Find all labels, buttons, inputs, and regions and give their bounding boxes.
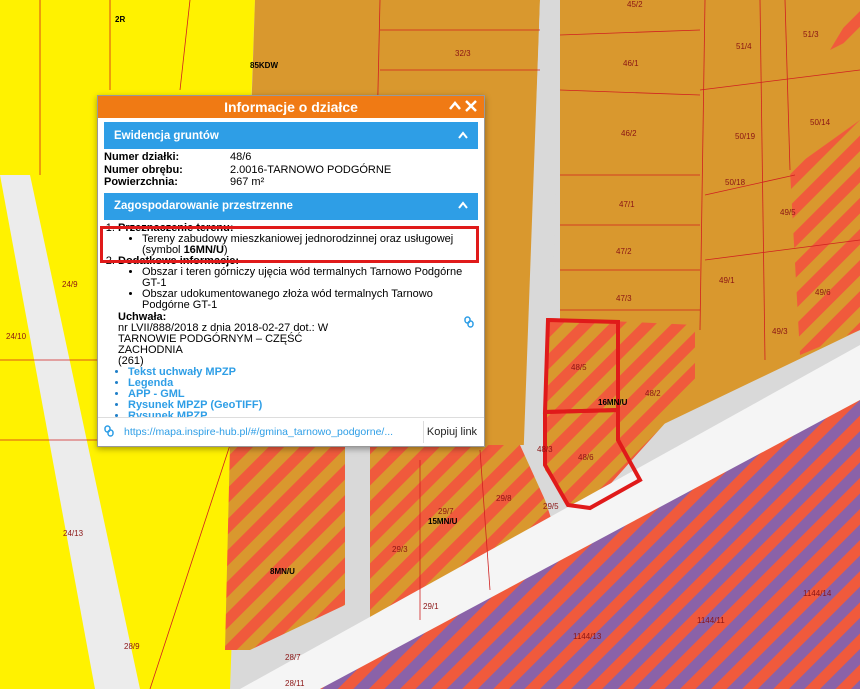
chevron-up-icon <box>458 200 468 212</box>
link-icon <box>104 424 114 440</box>
parcel-label: 50/19 <box>735 132 756 141</box>
parcel-label: 49/5 <box>780 208 796 217</box>
parcel-label: 47/1 <box>619 200 635 209</box>
parcel-fields: Numer działki: 48/6 Numer obrębu: 2.0016… <box>104 151 478 189</box>
field-key: Numer obrębu: <box>104 163 183 176</box>
document-links: Tekst uchwały MPZP Legenda APP - GML Rys… <box>104 366 478 422</box>
parcel-label: 15MN/U <box>428 517 458 526</box>
field-key: Numer działki: <box>104 151 180 163</box>
parcel-label: 28/9 <box>124 642 140 651</box>
uchwala-label: Uchwała: <box>118 310 167 323</box>
field-row: Numer działki: 48/6 <box>104 151 478 164</box>
field-value: 48/6 <box>230 151 252 163</box>
parcel-label: 28/11 <box>285 679 305 688</box>
parcel-label: 28/7 <box>285 653 301 662</box>
section-zagospodarowanie-label: Zagospodarowanie przestrzenne <box>114 200 293 212</box>
parcel-label: 46/2 <box>621 129 637 138</box>
parcel-label: 46/1 <box>623 59 639 68</box>
parcel-label: 29/7 <box>438 507 454 516</box>
parcel-label: 49/3 <box>772 327 788 336</box>
uchwala-text: nr LVII/888/2018 z dnia 2018-02-27 dot.:… <box>118 321 329 356</box>
parcel-label: 49/1 <box>719 276 735 285</box>
parcel-label: 24/10 <box>6 332 27 341</box>
section-ewidencja-toggle[interactable]: Ewidencja gruntów <box>104 122 478 149</box>
highlight-box <box>100 226 479 263</box>
parcel-label: 29/5 <box>543 502 559 511</box>
chevron-up-icon <box>458 130 468 142</box>
parcel-label: 47/2 <box>616 247 632 256</box>
popup-footer: https://mapa.inspire-hub.pl/#/gmina_tarn… <box>98 417 484 446</box>
close-icon[interactable] <box>464 98 478 114</box>
section-zagospodarowanie-toggle[interactable]: Zagospodarowanie przestrzenne <box>104 192 478 220</box>
section-ewidencja-label: Ewidencja gruntów <box>114 129 219 142</box>
link-icon[interactable] <box>464 315 474 331</box>
list-item: Obszar udokumentowanego złoża wód termal… <box>142 288 478 311</box>
parcel-label: 51/3 <box>803 30 819 39</box>
parcel-label: 48/2 <box>645 389 661 398</box>
parcel-label: 1144/11 <box>697 616 725 625</box>
parcel-label: 50/14 <box>810 118 831 127</box>
parcel-label: 16MN/U <box>598 398 628 407</box>
parcel-label: 8MN/U <box>270 567 295 576</box>
share-url: https://mapa.inspire-hub.pl/#/gmina_tarn… <box>124 426 394 438</box>
parcel-label: 47/3 <box>616 294 632 303</box>
popup-title: Informacje o działce <box>224 99 358 115</box>
field-row: Powierzchnia: 967 m² <box>104 176 478 189</box>
field-key: Powierzchnia: <box>104 176 178 188</box>
parcel-label: 48/5 <box>571 363 587 372</box>
parcel-label: 85KDW <box>250 61 278 70</box>
collapse-icon[interactable] <box>448 98 462 114</box>
popup-header: Informacje o działce <box>98 96 484 118</box>
parcel-label: 51/4 <box>736 42 752 51</box>
parcel-label: 45/2 <box>627 0 643 9</box>
field-value: 967 m² <box>230 176 265 188</box>
field-value: 2.0016-TARNOWO PODGÓRNE <box>230 163 392 176</box>
parcel-label: 2R <box>115 15 125 24</box>
parcel-label: 24/9 <box>62 280 78 289</box>
parcel-label: 32/3 <box>455 49 471 58</box>
parcel-label: 1144/13 <box>573 632 602 641</box>
copy-link-button[interactable]: Kopiuj link <box>423 421 480 443</box>
parcel-label: 50/18 <box>725 178 746 187</box>
field-row: Numer obrębu: 2.0016-TARNOWO PODGÓRNE <box>104 164 478 177</box>
parcel-label: 29/8 <box>496 494 512 503</box>
parcel-info-popup: Informacje o działce Ewidencja gruntów N… <box>97 95 485 447</box>
parcel-label: 24/13 <box>63 529 84 538</box>
list-item: Obszar i teren górniczy ujęcia wód terma… <box>142 266 478 289</box>
share-url-field[interactable]: https://mapa.inspire-hub.pl/#/gmina_tarn… <box>104 421 423 443</box>
parcel-label: 48/3 <box>537 445 553 454</box>
parcel-label: 49/6 <box>815 288 831 297</box>
parcel-label: 48/6 <box>578 453 594 462</box>
parcel-label: 1144/14 <box>803 589 832 598</box>
parcel-label: 29/1 <box>423 602 439 611</box>
parcel-label: 29/3 <box>392 545 408 554</box>
uchwala-number: (261) <box>118 354 144 367</box>
